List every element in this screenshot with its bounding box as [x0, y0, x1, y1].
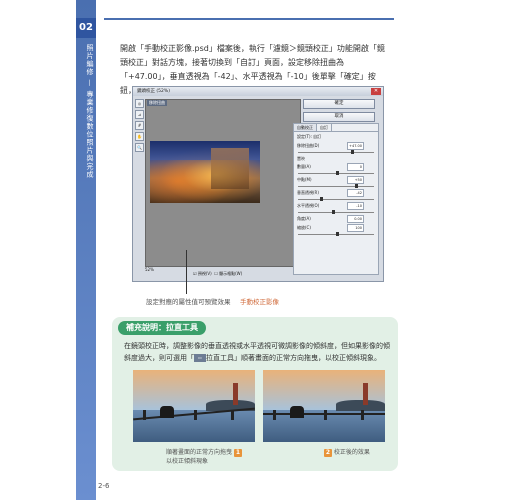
step-badge-2: 2 — [324, 448, 332, 457]
step-badge-1: 1 — [233, 448, 242, 457]
railing-post — [142, 410, 146, 421]
lens-correction-dialog: 鏡頭校正 (52%) ✕ ◎ ⊿ # ✋ 🔍 移除扭曲 52% ☑ 預視(V) … — [132, 86, 384, 282]
caption-preview-effect: 設定對應的屬性值可預覽效果 — [146, 298, 231, 306]
ruler-tool-icon: ▭ — [194, 354, 206, 362]
photo-lighthouse — [363, 382, 369, 405]
railing-post — [272, 410, 276, 421]
remove-distortion-tool-icon[interactable]: ◎ — [135, 99, 144, 108]
supplement-text: 在鏡頭校正時，調整影像的垂直透視或水平透視可微調影像的傾斜度，但如果影像的傾斜度… — [124, 340, 392, 364]
settings-panel: 自動校正 自訂 設定(T): 自訂 移除扭曲(D) +47.00 暈映 數量(A)… — [293, 123, 379, 275]
railing-post — [230, 410, 234, 421]
caption-manual-correction: 手動校正影像 — [240, 298, 279, 306]
remove-distortion-field[interactable]: +47.00 — [347, 142, 364, 150]
chapter-side-title: 照片編修 — 專業修復數位照片與完成 — [86, 44, 94, 179]
scale-row: 縮放(C) 100 — [297, 224, 364, 232]
dialog-title: 鏡頭校正 (52%) — [133, 87, 383, 96]
dialog-buttons: 確定 取消 — [303, 99, 377, 125]
supplement-text-after: 拉直工具」順著畫面的正常方向拖曳，以校正傾斜現象。 — [206, 354, 381, 362]
preview-label: 移除扭曲 — [147, 100, 167, 106]
vignette-midpoint-row: 中點(M) +50 — [297, 176, 364, 184]
photo-lighthouse — [233, 382, 239, 405]
photo-people — [289, 406, 304, 418]
cancel-button[interactable]: 取消 — [303, 112, 375, 122]
preview-checkboxes: ☑ 預視(V) ☐ 顯示格點(W) — [193, 271, 243, 276]
supplement-title: 補充說明：拉直工具 — [118, 321, 206, 335]
chapter-number: 02 — [76, 18, 96, 38]
settings-row: 設定(T): 自訂 — [297, 134, 322, 139]
preview-photo — [150, 141, 260, 203]
panel-tabs: 自動校正 自訂 — [294, 124, 378, 132]
tab-custom[interactable]: 自訂 — [317, 124, 332, 131]
before-caption: 順著畫面的正常方向拖曳 1 以校正傾斜現象 — [166, 448, 242, 466]
header-rule — [104, 18, 394, 20]
show-grid-checkbox-label[interactable]: 顯示格點(W) — [219, 271, 242, 276]
remove-distortion-row: 移除扭曲(D) +47.00 — [297, 142, 364, 150]
angle-field[interactable]: 0.00 — [347, 215, 364, 223]
tab-auto-correction[interactable]: 自動校正 — [294, 124, 317, 131]
page-number: 2-6 — [98, 482, 110, 490]
horizontal-perspective-row: 水平透視(O) -10 — [297, 202, 364, 210]
vignette-midpoint-field[interactable]: +50 — [347, 176, 364, 184]
zoom-tool-icon[interactable]: 🔍 — [135, 143, 144, 152]
move-grid-tool-icon[interactable]: # — [135, 121, 144, 130]
railing-post — [324, 410, 327, 421]
callout-line — [186, 250, 187, 294]
preview-area — [145, 99, 301, 267]
vertical-perspective-field[interactable]: -42 — [347, 189, 364, 197]
dialog-toolstrip: ◎ ⊿ # ✋ 🔍 — [135, 99, 144, 152]
photo-people — [159, 406, 174, 418]
vignette-amount-field[interactable]: 0 — [347, 163, 364, 171]
photo-building — [210, 148, 249, 189]
scale-field[interactable]: 100 — [347, 224, 364, 232]
horizontal-perspective-field[interactable]: -10 — [347, 202, 364, 210]
vertical-perspective-row: 垂直透視(R) -42 — [297, 189, 364, 197]
preview-checkbox-label[interactable]: 預視(V) — [198, 271, 212, 276]
hand-tool-icon[interactable]: ✋ — [135, 132, 144, 141]
ok-button[interactable]: 確定 — [303, 99, 375, 109]
after-photo — [263, 370, 385, 442]
vignette-amount-row: 數量(A) 0 — [297, 163, 364, 171]
before-caption-line2: 以校正傾斜現象 — [166, 458, 209, 465]
close-icon[interactable]: ✕ — [371, 88, 381, 95]
angle-row: 角度(A) 0.00 — [297, 215, 364, 223]
railing-post — [194, 410, 197, 421]
after-caption-text: 校正後的效果 — [333, 449, 370, 456]
straighten-tool-icon[interactable]: ⊿ — [135, 110, 144, 119]
before-caption-line1: 順著畫面的正常方向拖曳 — [166, 449, 233, 456]
remove-distortion-slider[interactable] — [298, 150, 374, 154]
railing-post — [360, 410, 364, 421]
scale-slider[interactable] — [298, 232, 374, 236]
before-photo — [133, 370, 255, 442]
after-caption: 2 校正後的效果 — [324, 448, 370, 457]
